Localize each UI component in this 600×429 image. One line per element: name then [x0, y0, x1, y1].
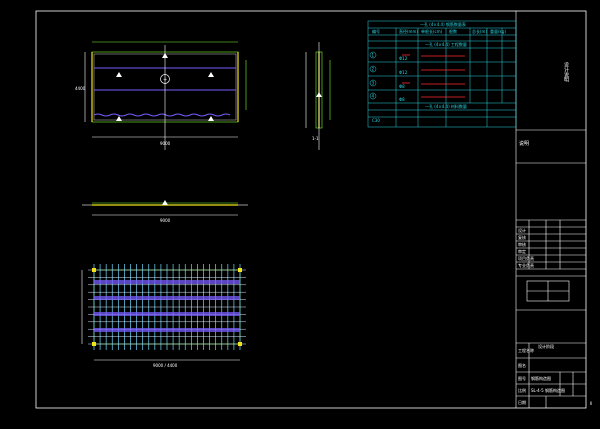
rebar-corner — [92, 342, 96, 346]
row-1-dia: Φ12 — [399, 70, 408, 75]
table-header-5: 重量(kg) — [490, 28, 506, 34]
plan-dim-left: 4400 — [75, 86, 86, 91]
label-project: 工程名称 — [518, 347, 534, 353]
revision-mark: ⅠⅠ — [590, 401, 592, 406]
cad-drawing-sheet: 设计说明 说明 设计 复核 审核 审定 项目负责 专业负责 设计阶段 工程名称 … — [35, 10, 592, 409]
row-1-id: 2 — [372, 67, 375, 72]
side-view — [305, 42, 331, 150]
title-row-0: 设计 — [518, 227, 526, 233]
sheet-title: 设计阶段 — [538, 343, 554, 349]
label-scale: 比例 — [518, 387, 526, 393]
plan-dim-bottom: 9000 — [160, 141, 171, 146]
table-header-0: 编号 — [372, 28, 380, 34]
title-row-1: 复核 — [518, 234, 526, 240]
drawing-number: SL-4-5 钢筋构造图 — [531, 387, 565, 393]
label-drawing: 图名 — [518, 362, 526, 368]
row-2-id: 3 — [372, 81, 375, 86]
rebar-band — [94, 280, 240, 284]
row-3-dia: Φ8 — [399, 97, 405, 102]
title-row-4: 项目负责 — [518, 255, 534, 261]
table-footer-0: C30 — [372, 118, 380, 123]
section-dim-bottom: 9000 — [160, 218, 171, 223]
rebar-band — [94, 296, 240, 300]
title-row-3: 审定 — [518, 248, 526, 254]
row-0-dia: Φ12 — [399, 56, 408, 61]
table-header-1: 直径(mm) — [399, 28, 418, 34]
rebar-corner — [238, 342, 242, 346]
row-2-dia: Φ8 — [399, 84, 405, 89]
reinforcement-view — [81, 264, 246, 361]
row-3-id: 4 — [372, 94, 375, 99]
drawing-name: 钢筋构造图 — [531, 375, 551, 381]
side-view-label: 1-1 — [312, 136, 319, 141]
rebar-dim-bottom: 9000 / 4400 — [153, 363, 178, 368]
label-date: 日期 — [518, 399, 526, 405]
rebar-band — [94, 328, 240, 332]
rebar-band — [94, 312, 240, 316]
table-subtitle-2: 一孔 (4×4.4) 材料数量 — [425, 103, 467, 109]
material-table — [367, 20, 517, 128]
label-number: 图号 — [518, 375, 526, 381]
plan-view — [84, 41, 247, 150]
table-header-3: 根数 — [449, 28, 457, 34]
section-view — [82, 200, 248, 216]
table-subtitle-1: 一孔 (4×4.4) 工程数量 — [425, 41, 467, 47]
table-header-2: 单根长(cm) — [421, 28, 443, 34]
notes-vertical-text: 设计说明 — [563, 61, 569, 83]
plan-north-symbol: + — [163, 77, 167, 83]
title-row-2: 审核 — [518, 241, 526, 247]
notes-title: 说明 — [519, 140, 529, 147]
rebar-corner — [92, 268, 96, 272]
row-0-id: 1 — [372, 53, 375, 58]
table-title: 一孔 (4×4.4) 钢筋数量表 — [420, 21, 466, 27]
title-row-5: 专业负责 — [518, 262, 534, 268]
table-header-4: 总长(m) — [472, 28, 487, 34]
rebar-corner — [238, 268, 242, 272]
